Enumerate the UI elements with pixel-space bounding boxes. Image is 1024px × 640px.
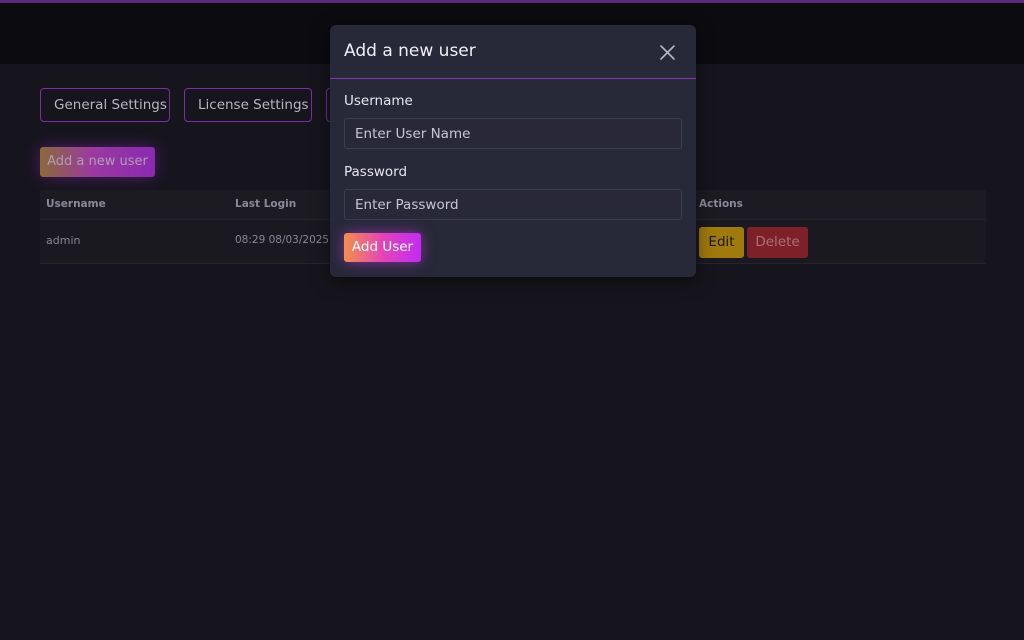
edit-button[interactable]: Edit (699, 227, 744, 258)
cell-last-login: 08:29 08/03/2025 (235, 234, 330, 246)
add-user-submit-button[interactable]: Add User (344, 233, 421, 262)
settings-page: General Settings License Settings Add a … (0, 0, 1024, 640)
add-new-user-button[interactable]: Add a new user (40, 147, 155, 177)
add-user-modal: Add a new user Username Password Add Use… (330, 25, 696, 277)
password-label: Password (344, 164, 408, 180)
modal-title: Add a new user (344, 41, 476, 61)
username-input[interactable] (344, 118, 682, 149)
modal-header: Add a new user (330, 25, 696, 79)
tab-license-settings[interactable]: License Settings (184, 88, 312, 122)
column-header-actions: Actions (699, 198, 743, 210)
close-icon[interactable] (659, 44, 676, 61)
column-header-username: Username (46, 198, 106, 210)
cell-username: admin (46, 234, 81, 247)
username-label: Username (344, 93, 413, 109)
tab-general-settings[interactable]: General Settings (40, 88, 170, 122)
column-header-last-login: Last Login (235, 198, 297, 210)
password-input[interactable] (344, 189, 682, 220)
delete-button[interactable]: Delete (747, 227, 808, 258)
